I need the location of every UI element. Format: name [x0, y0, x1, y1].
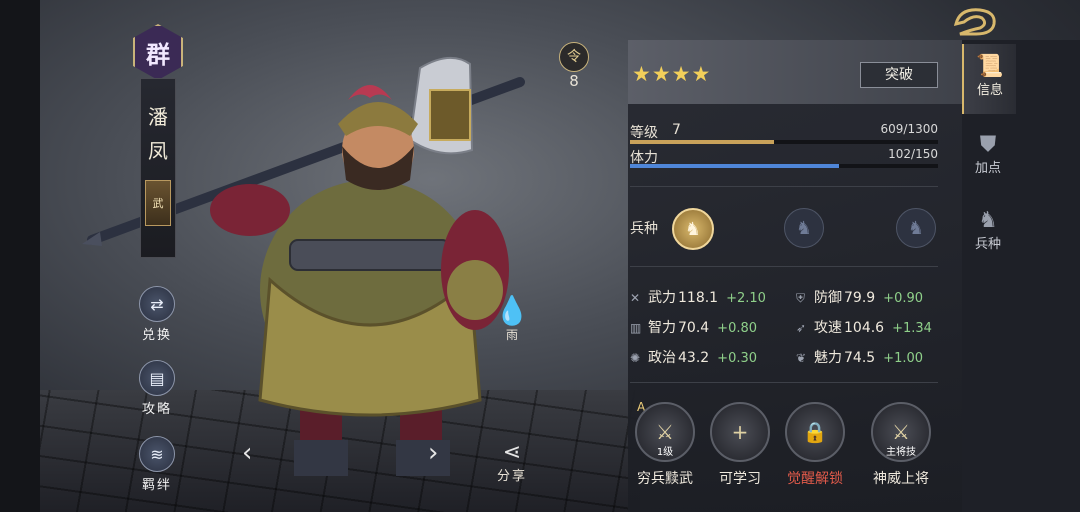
scroll-icon: 📜: [976, 54, 1004, 79]
skill-slot-awaken[interactable]: 🔒 觉醒解锁: [780, 402, 850, 488]
tab-points[interactable]: ⛊ 加点: [962, 122, 1014, 192]
horse-head-icon: ♞: [978, 208, 998, 233]
armor-plus-icon: ⛊: [979, 132, 997, 157]
tab-info[interactable]: 📜 信息: [962, 44, 1016, 114]
guide-label: 攻略: [141, 402, 172, 417]
attribute-defense: ⛨ 防御 79.9 +0.90: [796, 290, 924, 306]
prev-hero-arrow-icon[interactable]: ‹: [242, 438, 252, 468]
guide-icon: ▤: [139, 360, 175, 396]
weather-label: 雨: [505, 328, 518, 342]
next-hero-arrow-icon[interactable]: ›: [428, 438, 438, 468]
attribute-force: ✕ 武力 118.1 +2.10: [630, 290, 766, 306]
attribute-intelligence: ▥ 智力 70.4 +0.80: [630, 320, 758, 336]
rain-drop-icon: 💧: [494, 294, 530, 327]
exp-text: 609/1300: [880, 122, 939, 136]
tab-troops[interactable]: ♞ 兵种: [962, 198, 1014, 268]
command-token[interactable]: 令 8: [558, 42, 590, 90]
troop-type-label: 兵种: [630, 221, 658, 237]
hero-name-char: 潘: [148, 105, 168, 129]
left-edge-bar: [0, 0, 40, 512]
shield-icon: ⛨: [796, 291, 806, 305]
tab-label: 加点: [974, 161, 1001, 176]
spear-cavalry-icon[interactable]: ♞: [784, 208, 824, 248]
bond-label: 羁绊: [141, 478, 172, 493]
hero-class-label: 武: [152, 197, 164, 210]
sword-icon: ✕: [630, 291, 641, 305]
stamina-text: 102/150: [888, 147, 938, 161]
stamina-bar-fill: [630, 164, 840, 168]
skill-label: 穷兵黩武: [637, 471, 693, 487]
skill-label: 可学习: [719, 471, 761, 487]
share-label: 分享: [496, 469, 527, 484]
faction-label: 群: [146, 40, 170, 69]
bond-icon: ≋: [139, 436, 175, 472]
cavalry-icon[interactable]: ♞: [672, 208, 714, 250]
guide-button[interactable]: ▤ 攻略: [130, 360, 184, 417]
divider: [630, 382, 938, 383]
attribute-politics: ✺ 政治 43.2 +0.30: [630, 350, 758, 366]
exchange-button[interactable]: ⇄ 兑换: [130, 286, 184, 343]
hero-name-char: 凤: [148, 139, 168, 163]
leader-skill-badge: 主将技: [886, 447, 916, 458]
share-icon: ⋖: [502, 440, 522, 465]
star-rating: ★★★★: [632, 62, 712, 86]
stamina-bar: [630, 164, 938, 168]
lock-icon: 🔒: [785, 402, 845, 462]
breakthrough-button[interactable]: 突破: [860, 62, 938, 88]
token-icon: 令: [559, 42, 589, 72]
attribute-attack-speed: ➶ 攻速 104.6 +1.34: [796, 320, 932, 336]
exp-bar: [630, 140, 938, 144]
exchange-icon: ⇄: [139, 286, 175, 322]
speed-icon: ➶: [796, 321, 807, 335]
token-value: 8: [569, 72, 579, 90]
skill-portrait-icon: ⚔ 主将技: [871, 402, 931, 462]
divider: [630, 186, 938, 187]
back-dragon-icon[interactable]: [950, 4, 1000, 38]
skill-level-badge: 1级: [656, 447, 674, 458]
level-value: 7: [672, 122, 681, 138]
exchange-label: 兑换: [141, 328, 172, 343]
skill-label: 神威上将: [873, 471, 929, 487]
share-button[interactable]: ⋖ 分享: [490, 440, 534, 484]
weather-indicator[interactable]: 💧 雨: [494, 296, 530, 343]
skill-label: 觉醒解锁: [787, 471, 843, 487]
skill-slot-leader[interactable]: ⚔ 主将技 神威上将: [866, 402, 936, 488]
attribute-charm: ❦ 魅力 74.5 +1.00: [796, 350, 924, 366]
politics-icon: ✺: [630, 351, 641, 365]
skill-slot-learn[interactable]: + 可学习: [705, 402, 775, 488]
archer-cavalry-icon[interactable]: ♞: [896, 208, 936, 248]
skill-portrait-icon: ⚔ 1级: [635, 402, 695, 462]
plus-icon: +: [710, 402, 770, 462]
exp-bar-fill: [630, 140, 775, 144]
bond-button[interactable]: ≋ 羁绊: [130, 436, 184, 493]
hero-name-banner: 潘 凤: [140, 78, 176, 258]
book-icon: ▥: [630, 321, 642, 335]
charm-icon: ❦: [796, 351, 807, 365]
level-label: 等级: [630, 125, 658, 141]
divider: [630, 266, 938, 267]
tab-label: 信息: [976, 83, 1003, 98]
hero-class-tag: 武: [145, 180, 171, 226]
skill-slot-1[interactable]: ⚔ 1级 穷兵黩武: [630, 402, 700, 488]
tab-label: 兵种: [974, 237, 1001, 252]
